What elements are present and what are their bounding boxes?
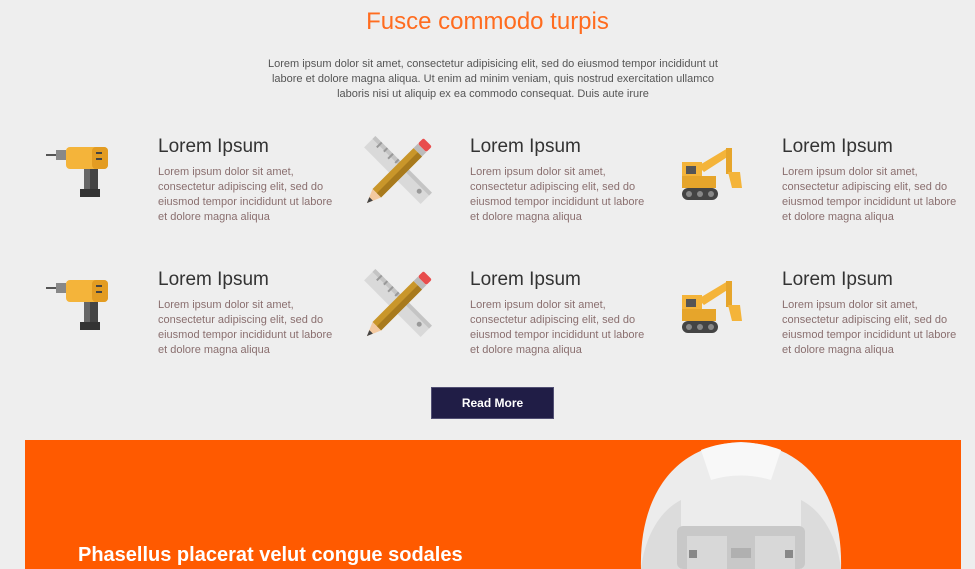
section-intro: Lorem ipsum dolor sit amet, consectetur … [267,58,718,100]
feature-description: Lorem ipsum dolor sit amet, consectetur … [782,166,957,223]
feature-description: Lorem ipsum dolor sit amet, consectetur … [782,299,957,356]
feature-item: Lorem Ipsum Lorem ipsum dolor sit amet, … [654,269,966,369]
feature-title: Lorem Ipsum [470,269,581,290]
feature-title: Lorem Ipsum [782,136,893,157]
feature-description: Lorem ipsum dolor sit amet, consectetur … [158,166,333,223]
feature-item: Lorem Ipsum Lorem ipsum dolor sit amet, … [654,136,966,236]
pencil-ruler-icon [364,136,432,204]
excavator-icon [682,281,742,333]
excavator-icon [682,148,742,200]
section-title: Fusce commodo turpis [366,8,609,35]
feature-description: Lorem ipsum dolor sit amet, consectetur … [158,299,333,356]
read-more-button[interactable]: Read More [431,387,554,419]
feature-item: Lorem Ipsum Lorem ipsum dolor sit amet, … [342,269,654,369]
pencil-ruler-icon [364,269,432,337]
feature-title: Lorem Ipsum [158,269,269,290]
drill-icon [46,280,108,330]
feature-title: Lorem Ipsum [158,136,269,157]
feature-item: Lorem Ipsum Lorem ipsum dolor sit amet, … [30,136,342,236]
hard-hat-icon [640,442,842,569]
banner-title: Phasellus placerat velut congue sodales [78,544,463,566]
feature-title: Lorem Ipsum [782,269,893,290]
promo-banner: Phasellus placerat velut congue sodales [25,440,961,569]
feature-item: Lorem Ipsum Lorem ipsum dolor sit amet, … [342,136,654,236]
feature-description: Lorem ipsum dolor sit amet, consectetur … [470,299,645,356]
feature-description: Lorem ipsum dolor sit amet, consectetur … [470,166,645,223]
feature-title: Lorem Ipsum [470,136,581,157]
drill-icon [46,147,108,197]
feature-item: Lorem Ipsum Lorem ipsum dolor sit amet, … [30,269,342,369]
